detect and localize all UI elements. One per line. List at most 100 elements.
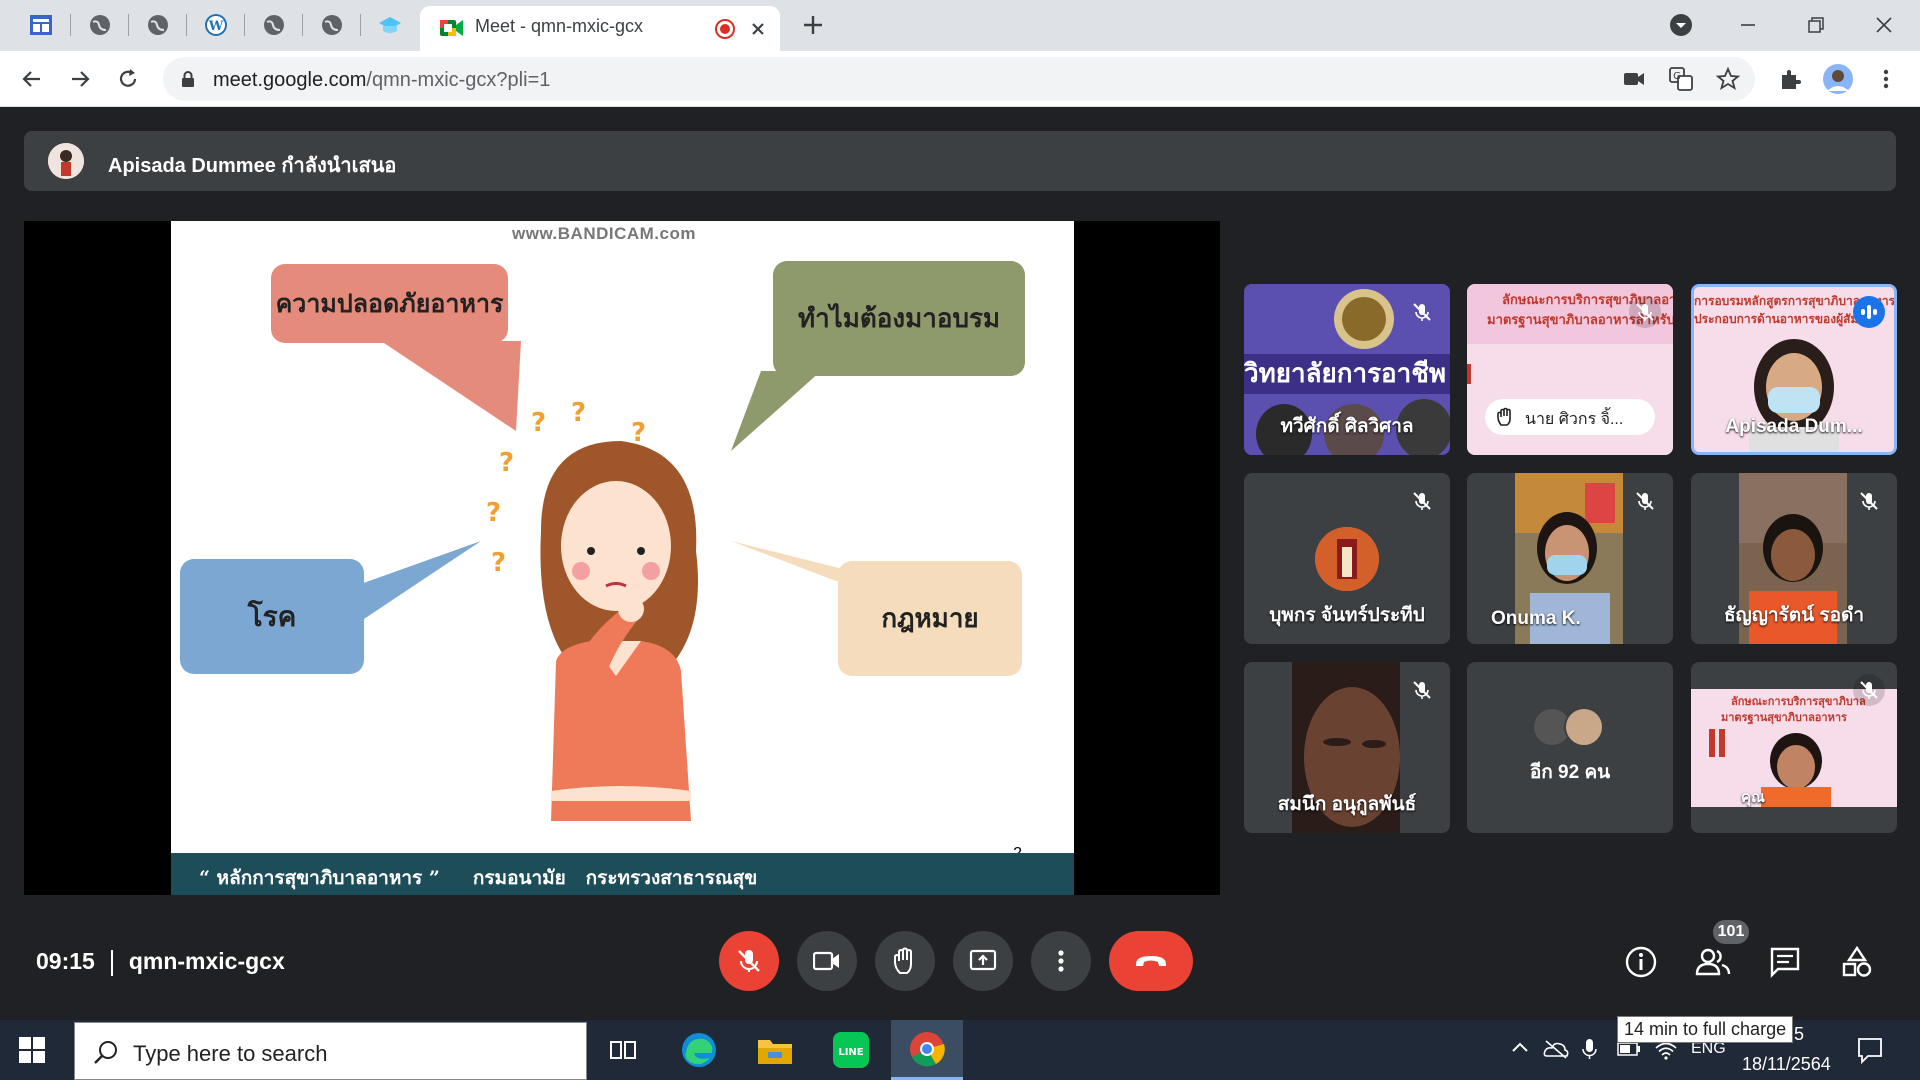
raised-hand-icon [1495,407,1515,427]
muted-mic-icon [1629,296,1661,328]
lock-icon[interactable] [180,70,196,88]
muted-mic-icon [1406,485,1438,517]
participant-tile[interactable]: วิทยาลัยการอาชีพ ทวีศักดิ์ ศิลวิศาล [1244,284,1450,455]
leave-call-button[interactable] [1109,931,1193,991]
participant-tile[interactable]: สมนึก อนุกูลพันธ์ [1244,662,1450,833]
tab-globe-icon[interactable] [258,9,290,41]
participant-tile[interactable]: ลักษณะการบริการสุขาภิบาลอาหารมาตรฐานสุขา… [1467,284,1673,455]
onedrive-offline-icon[interactable] [1543,1038,1569,1060]
participant-tile[interactable]: ลักษณะการบริการสุขาภิบาล มาตรฐานสุขาภิบาล… [1691,662,1897,833]
muted-mic-icon [1406,296,1438,328]
tab-globe-icon[interactable] [142,9,174,41]
taskbar-search-box[interactable]: Type here to search [74,1022,587,1080]
speaking-indicator-icon [1853,296,1885,328]
file-explorer-icon[interactable] [739,1020,811,1080]
extensions-icon[interactable] [1774,63,1806,95]
reload-button[interactable] [112,63,144,95]
presentation-slide: www.BANDICAM.com ความปลอดภัยอาหาร ทำไมต้… [171,221,1074,895]
wifi-icon[interactable] [1654,1040,1678,1060]
svg-text:LINE: LINE [838,1047,863,1058]
meeting-details: 09:15 qmn-mxic-gcx [36,948,285,976]
participant-tile[interactable]: ธัญญารัตน์ รอดำ [1691,473,1897,644]
hang-up-icon [1136,956,1166,966]
participant-tile-speaking[interactable]: การอบรมหลักสูตรการสุขาภิบาลอาหาร ประกอบกา… [1691,284,1897,455]
participant-name: Apisada Dum... [1725,416,1863,437]
tab-graduation-icon[interactable] [374,9,406,41]
svg-text:?: ? [571,401,586,428]
close-tab-icon[interactable] [748,19,768,39]
profile-avatar[interactable] [1822,63,1854,95]
present-screen-button[interactable] [953,931,1013,991]
people-icon [1695,948,1731,976]
svg-text:W: W [208,19,224,34]
search-icon [93,1039,119,1065]
browser-menu-icon[interactable] [1870,63,1902,95]
chat-button[interactable] [1763,940,1807,984]
clock-time[interactable]: 5 [1794,1024,1804,1045]
camera-toggle-button[interactable] [797,931,857,991]
mic-toggle-button[interactable] [719,931,779,991]
participant-name: ทวีศักดิ์ ศิลวิศาล [1280,416,1414,437]
raise-hand-icon [894,947,912,974]
windows-start-icon[interactable] [18,1036,46,1064]
muted-mic-icon [1853,674,1885,706]
microphone-tray-icon[interactable] [1581,1038,1597,1060]
more-participants-tile[interactable]: อีก 92 คน [1467,662,1673,833]
tab-globe-icon[interactable] [316,9,348,41]
restore-icon[interactable] [1801,10,1831,40]
tray-overflow-chevron-icon[interactable] [1510,1038,1530,1058]
raise-hand-button[interactable] [875,931,935,991]
muted-mic-icon [1406,674,1438,706]
participant-avatar [1564,707,1604,747]
back-button[interactable] [16,63,48,95]
tab-wordpress-icon[interactable]: W [200,9,232,41]
line-app-icon[interactable]: LINE [815,1020,887,1080]
translate-icon[interactable]: G [1669,67,1693,91]
raised-hand-chip: นาย ศิวกร จิ้... [1485,399,1655,435]
tab-globe-icon[interactable] [84,9,116,41]
people-count-badge: 101 [1713,920,1749,944]
recording-icon [715,19,735,39]
svg-text:G: G [1673,71,1681,82]
slide-footer-text: “ หลักการสุขาภิบาลอาหาร ” กรมอนามัย กระท… [199,867,758,889]
meeting-info-button[interactable] [1619,940,1663,984]
tab-search-icon[interactable] [1666,10,1696,40]
edge-browser-icon[interactable] [663,1020,735,1080]
more-participants-label: อีก 92 คน [1529,762,1611,783]
active-tab-title: Meet - qmn-mxic-gcx [475,16,644,36]
meeting-time: 09:15 [36,948,95,974]
presentation-stage: www.BANDICAM.com ความปลอดภัยอาหาร ทำไมต้… [24,221,1220,895]
bookmark-star-icon[interactable] [1716,67,1740,91]
participant-name: Onuma K. [1491,608,1581,629]
camera-icon [813,951,839,971]
presenting-text: Apisada Dummee กำลังนำเสนอ [108,155,397,177]
clock-date[interactable]: 18/11/2564 [1742,1054,1831,1075]
meeting-code[interactable]: qmn-mxic-gcx [129,948,285,974]
tab-meet-active[interactable]: Meet - qmn-mxic-gcx [420,6,780,51]
chrome-browser-icon[interactable] [891,1020,963,1080]
bubble-disease: โรค [180,559,364,674]
participant-avatar [1315,527,1379,591]
tab-app-icon[interactable] [25,9,57,41]
participant-tile[interactable]: บุพกร จันทร์ประทีป [1244,473,1450,644]
search-placeholder: Type here to search [133,1041,328,1066]
participant-name: ธัญญารัตน์ รอดำ [1723,605,1865,626]
more-options-button[interactable] [1031,931,1091,991]
meet-logo-icon [440,18,464,38]
browser-toolbar: meet.google.com/qmn-mxic-gcx?pli=1 G [0,51,1920,107]
camera-in-use-icon[interactable] [1623,69,1645,89]
notifications-icon[interactable] [1856,1036,1884,1064]
minimize-icon[interactable] [1733,10,1763,40]
svg-text:?: ? [486,498,501,528]
activities-button[interactable] [1835,940,1879,984]
forward-button[interactable] [64,63,96,95]
bubble-law: กฎหมาย [838,561,1022,676]
task-view-icon[interactable] [587,1020,659,1080]
svg-text:?: ? [491,548,506,578]
address-bar[interactable]: meet.google.com/qmn-mxic-gcx?pli=1 G [163,57,1755,101]
new-tab-button[interactable] [800,12,826,38]
close-window-icon[interactable] [1869,10,1899,40]
participant-tile[interactable]: Onuma K. [1467,473,1673,644]
muted-mic-icon [1853,485,1885,517]
people-button[interactable] [1691,940,1735,984]
